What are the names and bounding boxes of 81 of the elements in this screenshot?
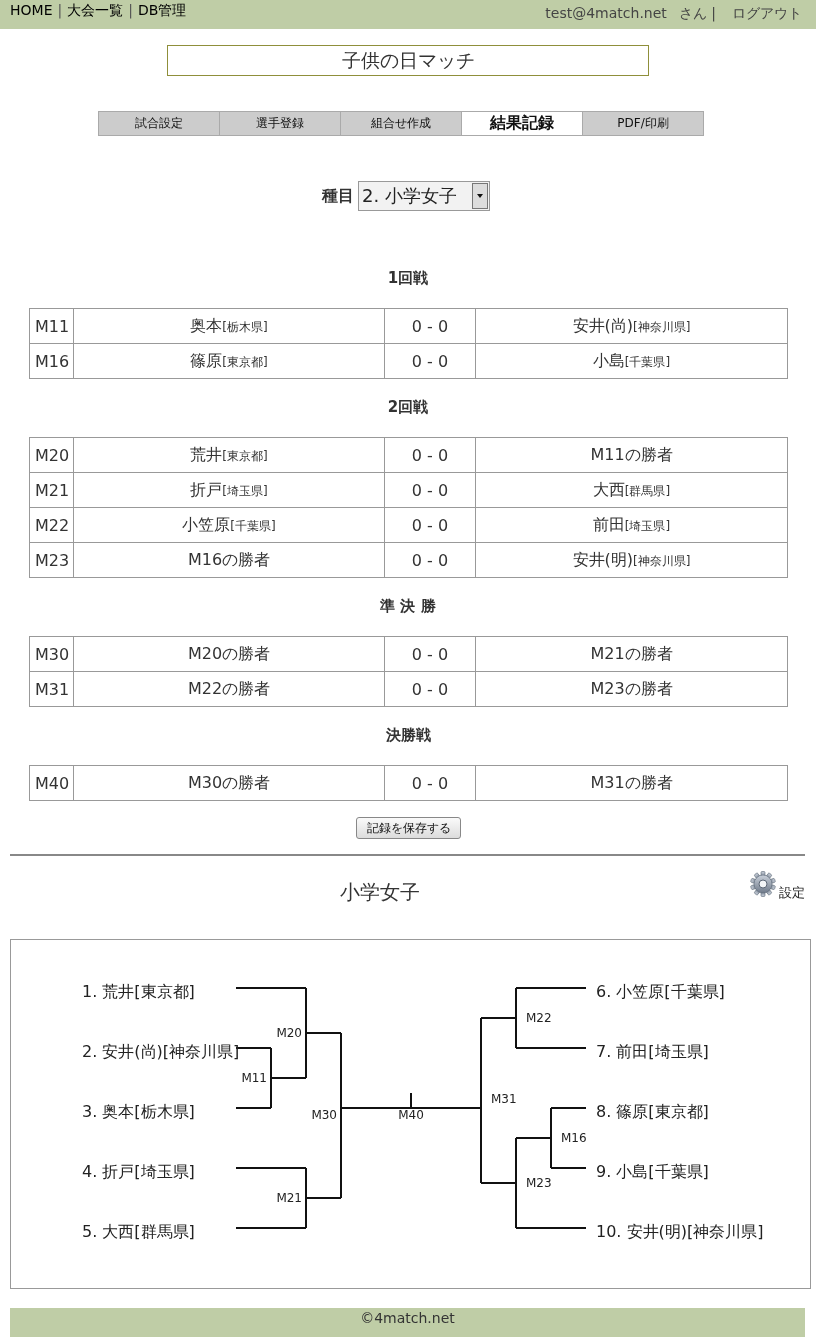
match-label: M16 — [561, 1131, 587, 1145]
bracket-entry: 7. 前田[埼玉県] — [596, 1041, 709, 1061]
user-email: test@4match.net — [545, 5, 667, 21]
table-cell: 安井(明)[神奈川県] — [475, 542, 788, 578]
table-cell: M11の勝者 — [475, 437, 788, 473]
table-cell: 折戸[埼玉県] — [73, 472, 385, 508]
table-cell: 0 - 0 — [384, 636, 476, 672]
round-title: 1回戦 — [387, 268, 429, 288]
bracket-entry: 9. 小島[千葉県] — [596, 1161, 709, 1181]
nav-link[interactable]: 大会一覧 — [67, 2, 124, 18]
table-cell: M30の勝者 — [73, 765, 385, 801]
table-cell: M20 — [29, 437, 74, 473]
table-cell: 0 - 0 — [384, 472, 476, 508]
bracket-entry: 6. 小笠原[千葉県] — [596, 981, 725, 1001]
match-label: M11 — [241, 1071, 267, 1085]
bracket-entry: 1. 荒井[東京都] — [82, 981, 195, 1001]
save-button[interactable]: 記録を保存する — [356, 817, 461, 839]
caret-icon — [472, 183, 488, 209]
section-title: 小学女子 — [340, 880, 420, 904]
bracket-entry: 5. 大西[群馬県] — [82, 1221, 195, 1241]
match-label: M23 — [526, 1176, 552, 1190]
table-cell: 安井(尚)[神奈川県] — [475, 308, 788, 344]
bracket-entry: 8. 篠原[東京都] — [596, 1101, 709, 1121]
tab[interactable]: PDF/印刷 — [582, 111, 704, 136]
table-cell: M16 — [29, 343, 74, 379]
table-cell: M16の勝者 — [73, 542, 385, 578]
nav-separator: | — [128, 2, 133, 18]
settings-link[interactable]: 設定 — [750, 871, 805, 902]
table-cell: 荒井[東京都] — [73, 437, 385, 473]
tab[interactable]: 組合せ作成 — [340, 111, 462, 136]
table-cell: M31 — [29, 671, 74, 707]
table-cell: 小笠原[千葉県] — [73, 507, 385, 543]
tab[interactable]: 結果記録 — [461, 111, 583, 136]
table-cell: M21の勝者 — [475, 636, 788, 672]
user-suffix: さん | — [678, 5, 716, 21]
match-label: M31 — [491, 1092, 517, 1106]
event-label: 種目 — [322, 185, 354, 207]
round-title: 2回戦 — [387, 397, 429, 417]
table-cell: M11 — [29, 308, 74, 344]
table-cell: M23の勝者 — [475, 671, 788, 707]
bracket-entry: 10. 安井(明)[神奈川県] — [596, 1221, 764, 1241]
table-cell: 0 - 0 — [384, 765, 476, 801]
settings-icon — [750, 871, 776, 897]
tab[interactable]: 試合設定 — [98, 111, 220, 136]
table-cell: M40 — [29, 765, 74, 801]
nav-link[interactable]: DB管理 — [137, 2, 187, 18]
bracket-entry: 3. 奥本[栃木県] — [82, 1101, 195, 1121]
table-cell: 0 - 0 — [384, 507, 476, 543]
table-cell: 奥本[栃木県] — [73, 308, 385, 344]
bracket-entry: 2. 安井(尚)[神奈川県] — [82, 1041, 240, 1061]
table-cell: 0 - 0 — [384, 308, 476, 344]
tournament-title: 子供の日マッチ — [167, 45, 649, 76]
table-cell: M23 — [29, 542, 74, 578]
table-cell: 前田[埼玉県] — [475, 507, 788, 543]
table-cell: 0 - 0 — [384, 343, 476, 379]
table-cell: 篠原[東京都] — [73, 343, 385, 379]
round-title: 決勝戦 — [385, 725, 431, 745]
round-title: 準 決 勝 — [380, 596, 436, 616]
table-cell: M30 — [29, 636, 74, 672]
match-label: M22 — [526, 1011, 552, 1025]
match-label: M40 — [398, 1108, 424, 1122]
logout-link[interactable]: ログアウト — [732, 5, 802, 21]
table-cell: M31の勝者 — [475, 765, 788, 801]
table-cell: 大西[群馬県] — [475, 472, 788, 508]
table-cell: 0 - 0 — [384, 437, 476, 473]
event-select[interactable]: 2. 小学女子 — [358, 181, 490, 211]
footer-bar: ©4match.net — [10, 1308, 805, 1337]
match-label: M20 — [276, 1026, 302, 1040]
table-cell: M20の勝者 — [73, 636, 385, 672]
table-cell: M22 — [29, 507, 74, 543]
nav-link[interactable]: HOME — [10, 2, 53, 18]
nav-separator: | — [57, 2, 63, 18]
table-cell: M22の勝者 — [73, 671, 385, 707]
tab[interactable]: 選手登録 — [219, 111, 341, 136]
table-cell: M21 — [29, 472, 74, 508]
table-cell: 小島[千葉県] — [475, 343, 788, 379]
match-label: M30 — [311, 1108, 337, 1122]
table-cell: 0 - 0 — [384, 671, 476, 707]
bracket-entry: 4. 折戸[埼玉県] — [82, 1161, 195, 1181]
match-label: M21 — [276, 1191, 302, 1205]
table-cell: 0 - 0 — [384, 542, 476, 578]
